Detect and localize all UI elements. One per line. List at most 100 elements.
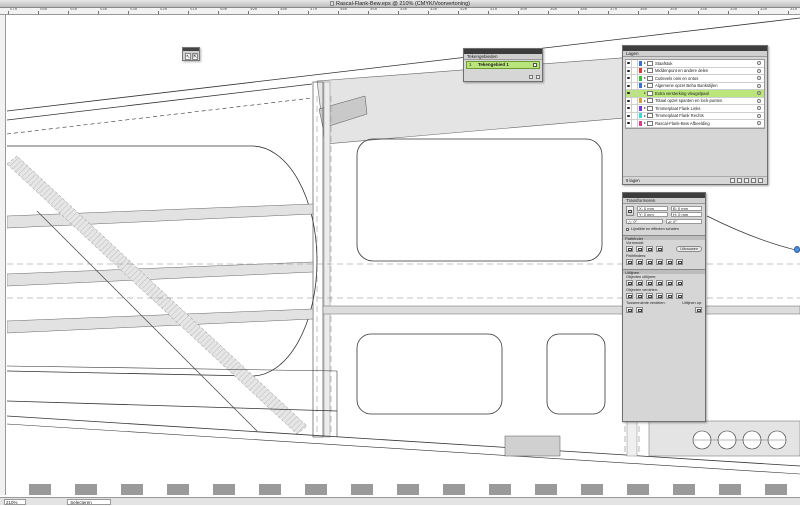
target-circle-icon[interactable] [757, 98, 761, 103]
expand-triangle-icon[interactable] [644, 92, 646, 95]
target-circle-icon[interactable] [757, 83, 761, 88]
checkbox-box[interactable] [626, 227, 629, 231]
lock-toggle[interactable] [632, 89, 638, 97]
distribute-vcenter-icon[interactable] [636, 293, 643, 299]
target-circle-icon[interactable] [757, 68, 761, 73]
delete-artboard-icon[interactable] [536, 75, 540, 79]
merge-icon[interactable] [646, 259, 653, 265]
new-layer-icon[interactable] [751, 178, 756, 183]
distribute-left-icon[interactable] [656, 293, 663, 299]
layer-row[interactable]: Staafstuk [626, 59, 764, 68]
align-right-icon[interactable] [646, 280, 653, 286]
lock-toggle[interactable] [632, 112, 638, 120]
distribute-hcenter-icon[interactable] [666, 293, 673, 299]
rotate-field[interactable]: △: 0° [626, 219, 663, 224]
lock-toggle[interactable] [632, 97, 638, 105]
layers-tab[interactable]: Lagen [623, 51, 767, 57]
target-circle-icon[interactable] [757, 113, 761, 118]
panel-collapse-handle[interactable] [794, 246, 800, 253]
ruler-label: 400 [520, 8, 528, 12]
y-field[interactable]: Y: 0 mm [637, 212, 668, 217]
layer-row[interactable]: Timmerplaat Flank Rechts [626, 112, 764, 120]
target-circle-icon[interactable] [757, 76, 761, 81]
distribute-bottom-icon[interactable] [646, 293, 653, 299]
expand-triangle-icon[interactable] [644, 122, 646, 125]
align-to-selection-icon[interactable] [695, 307, 702, 313]
layer-color-swatch [639, 60, 642, 66]
align-top-icon[interactable] [656, 280, 663, 286]
layer-name: Totaal opzet spanten en lock-punten [655, 98, 723, 104]
lock-toggle[interactable] [632, 67, 638, 75]
lock-toggle[interactable] [632, 82, 638, 90]
lock-toggle[interactable] [632, 74, 638, 82]
expand-triangle-icon[interactable] [644, 114, 646, 117]
direct-select-tool-icon[interactable]: ⇱ [192, 53, 198, 60]
artboard-row[interactable]: 1 Tekengebied 1 [466, 61, 540, 69]
minus-back-icon[interactable] [676, 259, 683, 265]
align-left-icon[interactable] [626, 280, 633, 286]
layer-color-swatch [639, 90, 642, 96]
align-vcenter-icon[interactable] [666, 280, 673, 286]
expand-button[interactable]: Uitvouwen [676, 246, 702, 252]
current-tool-field[interactable]: Selecteren [67, 499, 112, 505]
layer-row[interactable]: Cutlevels onis en ontos [626, 74, 764, 83]
expand-triangle-icon[interactable] [644, 62, 646, 65]
distribute-right-icon[interactable] [676, 293, 683, 299]
target-circle-icon[interactable] [757, 91, 761, 96]
distribute-top-icon[interactable] [626, 293, 633, 299]
align-hcenter-icon[interactable] [636, 280, 643, 286]
unite-icon[interactable] [626, 246, 633, 252]
layer-row[interactable]: Extra versterking vleugelpaal [626, 89, 764, 98]
expand-triangle-icon[interactable] [644, 84, 646, 87]
layer-row[interactable]: Totaal opzet spanten en lock-punten [626, 97, 764, 105]
lock-toggle[interactable] [632, 104, 638, 112]
vertical-ruler[interactable] [0, 15, 6, 495]
target-circle-icon[interactable] [757, 121, 761, 126]
window-title: Rascal-Flank-Bew.eps @ 210% (CMYK/Voorve… [336, 1, 470, 7]
width-field[interactable]: B: 0 mm [671, 206, 702, 211]
target-circle-icon[interactable] [757, 61, 761, 66]
new-artboard-icon[interactable] [529, 75, 533, 79]
arrow-tool-icon[interactable]: ↖ [185, 53, 191, 60]
reference-point-icon[interactable] [626, 206, 634, 216]
shear-field[interactable]: ⊿: 0° [665, 219, 702, 224]
expand-triangle-icon[interactable] [644, 99, 646, 102]
zoom-field[interactable]: 210% [4, 499, 26, 505]
layer-row[interactable]: Middenpunt en andere delen [626, 67, 764, 75]
distribute-hspace-icon[interactable] [636, 307, 643, 313]
bottom-marker [121, 484, 143, 495]
crop-icon[interactable] [656, 259, 663, 265]
exclude-icon[interactable] [656, 246, 663, 252]
divide-icon[interactable] [626, 259, 633, 265]
lock-toggle[interactable] [632, 119, 638, 127]
horizontal-ruler[interactable]: 570 560 550 540 530 520 510 500 490 480 470 460 450 4… [0, 8, 800, 15]
intersect-icon[interactable] [646, 246, 653, 252]
layer-row[interactable]: Rascal-Flank-Bew Afbeelding [626, 119, 764, 128]
ruler-label: 310 [790, 8, 798, 12]
scale-strokes-checkbox[interactable]: Lijndikte en effecten schalen [623, 226, 705, 232]
artboards-tab[interactable]: Tekengebieden [464, 54, 542, 60]
layer-row[interactable]: Algemene opzet Beha Bankstijlen [626, 82, 764, 90]
outline-icon[interactable] [666, 259, 673, 265]
expand-triangle-icon[interactable] [644, 77, 646, 80]
align-bottom-icon[interactable] [676, 280, 683, 286]
distribute-vspace-icon[interactable] [626, 307, 633, 313]
trim-icon[interactable] [636, 259, 643, 265]
floating-toolbox[interactable]: ↖ ⇱ [182, 47, 200, 61]
expand-triangle-icon[interactable] [644, 107, 646, 110]
lock-toggle[interactable] [632, 59, 638, 67]
expand-triangle-icon[interactable] [644, 69, 646, 72]
minus-front-icon[interactable] [636, 246, 643, 252]
locate-object-icon[interactable] [730, 178, 735, 183]
artboard-options-icon[interactable] [533, 63, 537, 67]
toolbox-header[interactable] [183, 48, 199, 51]
target-circle-icon[interactable] [757, 106, 761, 111]
x-field[interactable]: X: 0 mm [637, 206, 668, 211]
layer-row[interactable]: Timmerplaat Flank Links [626, 104, 764, 113]
height-field[interactable]: H: 0 mm [671, 212, 702, 217]
clipping-mask-icon[interactable] [737, 178, 742, 183]
new-sublayer-icon[interactable] [744, 178, 749, 183]
trash-icon[interactable] [758, 178, 763, 183]
ruler-label: 360 [640, 8, 648, 12]
layer-color-swatch [639, 83, 642, 89]
